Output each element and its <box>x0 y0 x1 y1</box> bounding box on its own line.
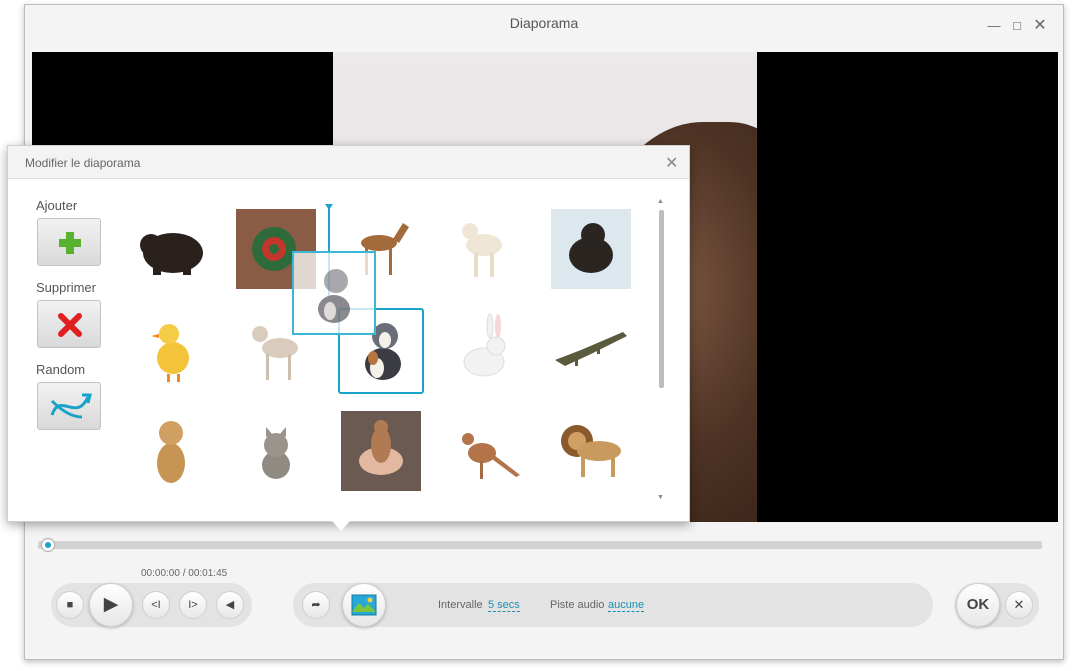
thumbnail-bear[interactable] <box>131 209 211 289</box>
lamb-image <box>462 223 502 277</box>
timeline-handle[interactable] <box>41 538 55 552</box>
kitten-image <box>262 427 290 479</box>
duckling-image <box>151 324 189 382</box>
timeline-track[interactable] <box>38 541 1042 549</box>
next-button[interactable]: I> <box>179 591 207 619</box>
thumbnail-lion-cub[interactable] <box>131 411 211 491</box>
drop-indicator-arrow <box>325 204 333 210</box>
thumbnail-rabbit[interactable] <box>446 310 526 390</box>
thumbnail-lion[interactable] <box>551 411 631 491</box>
thumbnail-bear-cub[interactable] <box>551 209 631 289</box>
insert-icon: ➦ <box>311 599 321 611</box>
dialog-header: Modifier le diaporama ✕ <box>8 146 689 179</box>
random-button[interactable] <box>37 382 101 430</box>
edit-slideshow-button[interactable] <box>342 583 386 627</box>
previous-icon: <I <box>151 599 161 611</box>
dialog-close-icon[interactable]: ✕ <box>665 153 678 173</box>
thumbnail-duckling[interactable] <box>131 310 211 390</box>
ok-button[interactable]: OK <box>956 583 1000 627</box>
scroll-up-icon[interactable]: ▲ <box>657 198 664 205</box>
thumbnail-squirrel[interactable] <box>341 411 421 491</box>
rabbit-image <box>463 313 506 377</box>
bear-cub-image <box>551 209 631 289</box>
play-button[interactable]: ▶ <box>89 583 133 627</box>
random-label: Random <box>36 362 86 377</box>
insert-button[interactable]: ➦ <box>302 591 330 619</box>
interval-label: Intervalle <box>438 599 483 611</box>
volume-button[interactable]: ◀ <box>216 591 244 619</box>
vertical-scrollbar[interactable]: ▲ ▼ <box>656 198 666 506</box>
cancel-icon: ✕ <box>1013 597 1025 612</box>
shuffle-icon <box>50 393 92 419</box>
maximize-icon[interactable]: □ <box>1010 19 1024 33</box>
previous-button[interactable]: <I <box>142 591 170 619</box>
add-button[interactable] <box>37 218 101 266</box>
kangaroo-image <box>462 433 520 479</box>
scroll-down-icon[interactable]: ▼ <box>657 494 664 501</box>
thumbnail-crocodile[interactable] <box>551 310 631 390</box>
volume-icon: ◀ <box>225 599 235 611</box>
thumbnail-lamb[interactable] <box>446 209 526 289</box>
squirrel-image <box>341 411 421 491</box>
lion-cub-image <box>157 421 185 483</box>
close-icon[interactable]: ✕ <box>1033 18 1047 34</box>
window-title: Diaporama <box>509 15 579 31</box>
minimize-icon[interactable]: — <box>987 19 1001 33</box>
lion-image <box>561 425 621 477</box>
crocodile-image <box>555 332 627 366</box>
dialog-pointer <box>332 521 350 531</box>
audio-value-link[interactable]: aucune <box>608 599 645 612</box>
play-icon: ▶ <box>103 594 119 615</box>
dragged-puppy-image <box>318 269 350 323</box>
next-icon: I> <box>188 599 198 611</box>
edit-slideshow-dialog: Modifier le diaporama ✕ Ajouter Supprime… <box>7 145 690 522</box>
thumbnail-kitten[interactable] <box>236 411 316 491</box>
delete-x-icon <box>58 313 82 337</box>
dragged-thumbnail[interactable] <box>292 251 376 335</box>
delete-label: Supprimer <box>36 280 96 295</box>
plus-icon <box>59 232 81 254</box>
interval-value-link[interactable]: 5 secs <box>488 599 520 612</box>
delete-button[interactable] <box>37 300 101 348</box>
time-readout: 00:00:00 / 00:01:45 <box>141 568 228 579</box>
bear-image <box>140 233 203 275</box>
thumbnail-kangaroo[interactable] <box>446 411 526 491</box>
scroll-thumb[interactable] <box>659 210 664 388</box>
stop-button[interactable]: ■ <box>56 591 84 619</box>
dialog-title: Modifier le diaporama <box>25 156 141 170</box>
add-label: Ajouter <box>36 198 78 213</box>
image-icon <box>351 594 377 616</box>
stop-icon: ■ <box>66 599 74 611</box>
cancel-button[interactable]: ✕ <box>1005 591 1033 619</box>
audio-label: Piste audio <box>550 599 605 611</box>
